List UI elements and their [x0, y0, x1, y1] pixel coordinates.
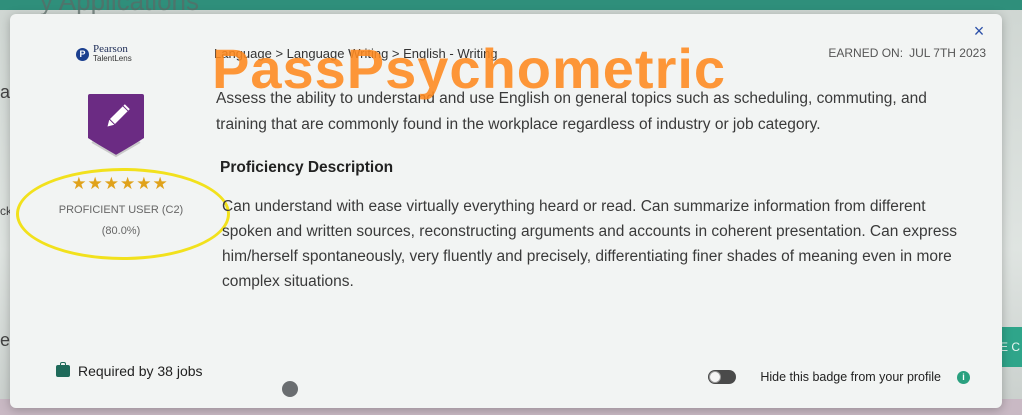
earned-value: JUL 7TH 2023: [909, 46, 986, 60]
brand-text: Pearson TalentLens: [93, 44, 132, 64]
required-jobs-label: Required by 38 jobs: [78, 363, 203, 379]
brand-subtitle: TalentLens: [93, 54, 132, 63]
briefcase-icon: [56, 362, 70, 377]
earned-date: EARNED ON: JUL 7TH 2023: [828, 46, 986, 60]
hide-badge-label: Hide this badge from your profile: [760, 370, 941, 384]
required-jobs[interactable]: Required by 38 jobs: [56, 362, 203, 379]
badge-description: Assess the ability to understand and use…: [216, 90, 927, 133]
proficiency-heading: Proficiency Description: [220, 159, 394, 176]
brand-name: Pearson: [93, 43, 128, 55]
breadcrumb: Language > Language Writing > English - …: [214, 46, 498, 61]
scroll-indicator[interactable]: [282, 381, 298, 397]
background-text-fragment: a: [0, 82, 11, 102]
badge-detail-modal: × P Pearson TalentLens ★★★★★★ PROFICIENT…: [10, 14, 1002, 408]
pencil-icon: [88, 94, 144, 158]
earned-label: EARNED ON:: [828, 46, 904, 60]
info-icon[interactable]: i: [957, 370, 970, 384]
proficiency-description: Can understand with ease virtually every…: [222, 198, 957, 290]
close-button[interactable]: ×: [970, 22, 988, 40]
hide-badge-control: Hide this badge from your profile i: [708, 370, 970, 384]
brand-logo: P Pearson TalentLens: [76, 44, 132, 64]
highlight-annotation: [16, 168, 230, 260]
hide-badge-toggle[interactable]: [708, 370, 737, 384]
pearson-logo-icon: P: [76, 47, 89, 61]
